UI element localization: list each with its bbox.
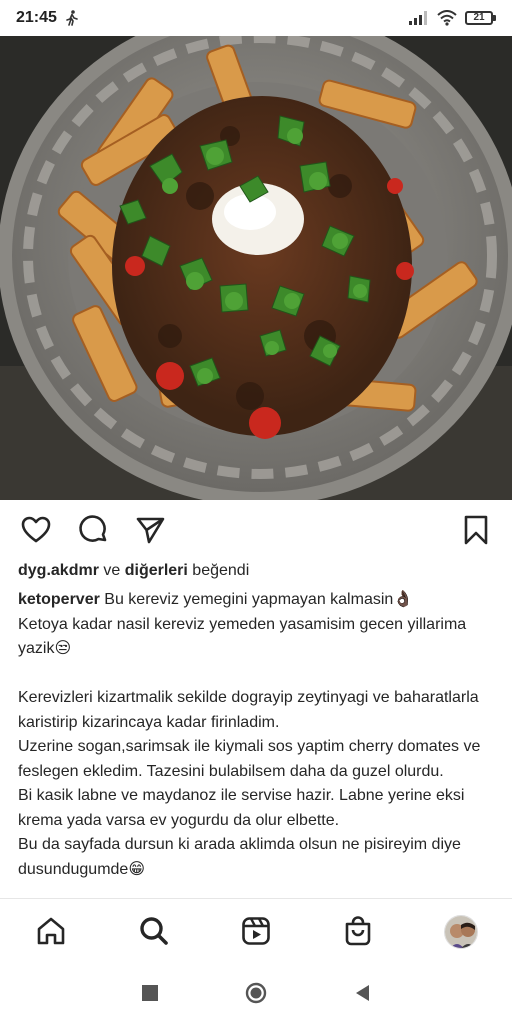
bottom-navigation [0,898,512,964]
caption-text: Bu kereviz yemegini yapmayan kalmasin👌🏿 … [18,591,481,878]
post-action-bar [0,506,512,554]
walking-icon [66,10,78,26]
liker-username[interactable]: dyg.akdmr [18,562,99,579]
profile-avatar[interactable] [444,915,478,949]
battery-icon: 21 [465,11,496,25]
status-time: 21:45 [16,9,57,26]
heart-icon[interactable] [20,514,52,546]
likes-line: dyg.akdmr ve diğerleri beğendi [18,562,249,580]
search-icon[interactable] [138,915,170,947]
likes-connector: ve [98,562,125,579]
post-photo[interactable] [0,36,512,500]
signal-icon [409,11,427,25]
wifi-icon [437,10,457,26]
send-icon[interactable] [134,514,166,546]
shop-icon[interactable] [342,915,374,947]
caption-username[interactable]: ketoperver [18,591,100,608]
food-photo [0,36,512,500]
status-bar: 21:45 21 [0,0,512,36]
likes-others-link[interactable]: diğerleri [125,562,188,579]
system-navigation [0,964,512,1024]
recents-square-icon[interactable] [139,982,161,1004]
avatar-image [445,916,477,948]
reels-icon[interactable] [240,915,272,947]
post-caption: ketoperver Bu kereviz yemegini yapmayan … [18,588,496,882]
home-circle-icon[interactable] [245,982,267,1004]
home-icon[interactable] [35,915,67,947]
status-icons: 21 [409,10,496,26]
bookmark-icon[interactable] [460,514,492,546]
back-triangle-icon[interactable] [351,982,373,1004]
likes-suffix: beğendi [187,562,250,579]
comment-icon[interactable] [78,514,110,546]
battery-level: 21 [465,11,493,25]
